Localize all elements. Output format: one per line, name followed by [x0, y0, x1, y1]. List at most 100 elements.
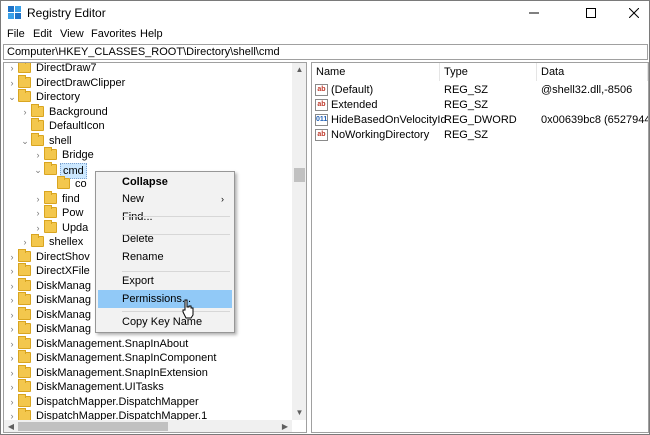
collapse-arrow-icon[interactable]: ⌄: [7, 90, 17, 104]
value-row[interactable]: ab Extended REG_SZ: [312, 98, 648, 113]
expand-arrow-icon[interactable]: ›: [7, 337, 17, 351]
tree-item-label: co: [75, 178, 87, 190]
expand-arrow-icon[interactable]: ›: [7, 250, 17, 264]
tree-item-label: DiskManag: [36, 279, 92, 292]
folder-icon: [31, 118, 44, 131]
expand-arrow-icon[interactable]: ›: [7, 264, 17, 278]
tree-item[interactable]: ⌄ shell: [4, 132, 292, 148]
context-menu-item-label: Export: [122, 275, 154, 287]
scroll-up-arrow-icon[interactable]: ▲: [292, 63, 306, 77]
registry-editor-window: Registry Editor File Edit View Favorites…: [0, 0, 650, 435]
column-header-data[interactable]: Data: [537, 63, 648, 81]
context-menu-item[interactable]: New ›: [98, 190, 232, 208]
context-menu-item-label: Find...: [122, 211, 153, 223]
tree-item[interactable]: › Bridge: [4, 147, 292, 162]
tree-item[interactable]: › DiskManagement.SnapInExtension: [4, 364, 292, 380]
tree-item-label: shell: [49, 134, 72, 147]
folder-icon: [18, 277, 31, 291]
menu-file[interactable]: File: [7, 28, 25, 40]
no-expander: [20, 119, 30, 133]
collapse-arrow-icon[interactable]: ⌄: [33, 163, 43, 177]
tree-item[interactable]: › DirectDraw7: [4, 63, 292, 75]
expand-arrow-icon[interactable]: ›: [7, 395, 17, 409]
scroll-thumb-horizontal[interactable]: [18, 422, 168, 431]
value-name: (Default): [331, 84, 374, 96]
folder-icon: [18, 292, 31, 305]
tree-item-label: Bridge: [62, 149, 94, 161]
tree-item-label: DirectXFile: [36, 265, 90, 277]
close-icon: [629, 8, 639, 18]
tree-item[interactable]: DefaultIcon: [4, 118, 292, 133]
expand-arrow-icon[interactable]: ›: [7, 76, 17, 90]
tree-item[interactable]: ⌄ Directory: [4, 89, 292, 104]
context-menu-item[interactable]: Delete: [98, 230, 232, 248]
minimize-button[interactable]: [511, 1, 557, 25]
tree-item-label: DiskManag: [36, 294, 92, 306]
close-button[interactable]: [611, 1, 650, 25]
address-bar[interactable]: Computer\HKEY_CLASSES_ROOT\Directory\she…: [3, 44, 648, 60]
expand-arrow-icon[interactable]: ›: [7, 279, 17, 293]
expand-arrow-icon[interactable]: ›: [20, 105, 30, 119]
expand-arrow-icon[interactable]: ›: [33, 206, 43, 220]
context-menu-item-label: Rename: [122, 251, 164, 263]
tree-horizontal-scrollbar[interactable]: ◀ ▶: [4, 420, 292, 432]
tree-item-label: shellex: [49, 236, 84, 248]
context-menu-item[interactable]: Export: [98, 272, 232, 290]
tree-item[interactable]: › DiskManagement.SnapInComponent: [4, 350, 292, 365]
tree-item[interactable]: › Background: [4, 103, 292, 119]
scroll-right-arrow-icon[interactable]: ▶: [278, 420, 292, 432]
folder-icon: [18, 63, 31, 73]
menu-bar: File Edit View Favorites Help: [1, 25, 649, 43]
value-row[interactable]: ab NoWorkingDirectory REG_SZ: [312, 128, 648, 143]
column-header-type[interactable]: Type: [440, 63, 537, 81]
hand-cursor-icon: [182, 299, 194, 319]
folder-icon: [18, 393, 31, 407]
expand-arrow-icon[interactable]: ›: [33, 192, 43, 206]
maximize-button[interactable]: [568, 1, 614, 25]
tree-item[interactable]: › DiskManagement.UITasks: [4, 379, 292, 394]
expand-arrow-icon[interactable]: ›: [7, 308, 17, 322]
values-pane[interactable]: Name Type Data ab (Default) REG_SZ @shell32…: [311, 62, 649, 433]
scroll-thumb[interactable]: [294, 168, 305, 182]
context-menu-item[interactable]: Collapse: [98, 173, 232, 191]
value-row[interactable]: 011 HideBasedOnVelocityId REG_DWORD 0x00639…: [312, 113, 648, 128]
context-menu-item[interactable]: Copy Key Name: [98, 313, 232, 331]
tree-item[interactable]: › DirectDrawClipper: [4, 74, 292, 90]
column-header-name[interactable]: Name: [312, 63, 440, 81]
scroll-down-arrow-icon[interactable]: ▼: [292, 406, 306, 420]
folder-icon: [31, 132, 44, 146]
value-name: HideBasedOnVelocityId: [331, 114, 447, 126]
expand-arrow-icon[interactable]: ›: [7, 293, 17, 307]
expand-arrow-icon[interactable]: ›: [7, 351, 17, 365]
collapse-arrow-icon[interactable]: ⌄: [20, 134, 30, 148]
value-row[interactable]: ab (Default) REG_SZ @shell32.dll,-8506: [312, 83, 648, 98]
tree-item-label: DiskManagement.SnapInAbout: [36, 337, 189, 350]
tree-item[interactable]: › DispatchMapper.DispatchMapper: [4, 393, 292, 409]
context-menu-item[interactable]: Rename: [98, 248, 232, 266]
value-name: NoWorkingDirectory: [331, 129, 430, 141]
context-menu-item[interactable]: Permissions...: [98, 290, 232, 308]
folder-icon: [18, 89, 31, 102]
menu-help[interactable]: Help: [140, 28, 163, 40]
expand-arrow-icon[interactable]: ›: [33, 148, 43, 162]
expand-arrow-icon[interactable]: ›: [7, 380, 17, 394]
tree-item[interactable]: › DiskManagement.SnapInAbout: [4, 335, 292, 351]
context-menu-item[interactable]: Find...: [98, 208, 232, 226]
expand-arrow-icon[interactable]: ›: [7, 63, 17, 75]
tree-vertical-scrollbar[interactable]: ▲ ▼: [292, 63, 306, 420]
scroll-left-arrow-icon[interactable]: ◀: [4, 420, 18, 432]
folder-icon: [44, 161, 57, 175]
expand-arrow-icon[interactable]: ›: [7, 366, 17, 380]
menu-edit[interactable]: Edit: [33, 28, 52, 40]
folder-icon: [18, 321, 31, 334]
expand-arrow-icon[interactable]: ›: [7, 322, 17, 336]
menu-view[interactable]: View: [60, 28, 84, 40]
menu-favorites[interactable]: Favorites: [91, 28, 136, 40]
expand-arrow-icon[interactable]: ›: [20, 235, 30, 249]
tree-item-label: DiskManagement.SnapInComponent: [36, 352, 217, 364]
tree-item-label: DiskManagement.SnapInExtension: [36, 366, 208, 379]
tree-item-label: DispatchMapper.DispatchMapper: [36, 395, 199, 408]
string-value-icon: ab: [315, 99, 328, 111]
expand-arrow-icon[interactable]: ›: [33, 221, 43, 235]
string-value-icon: ab: [315, 84, 328, 96]
